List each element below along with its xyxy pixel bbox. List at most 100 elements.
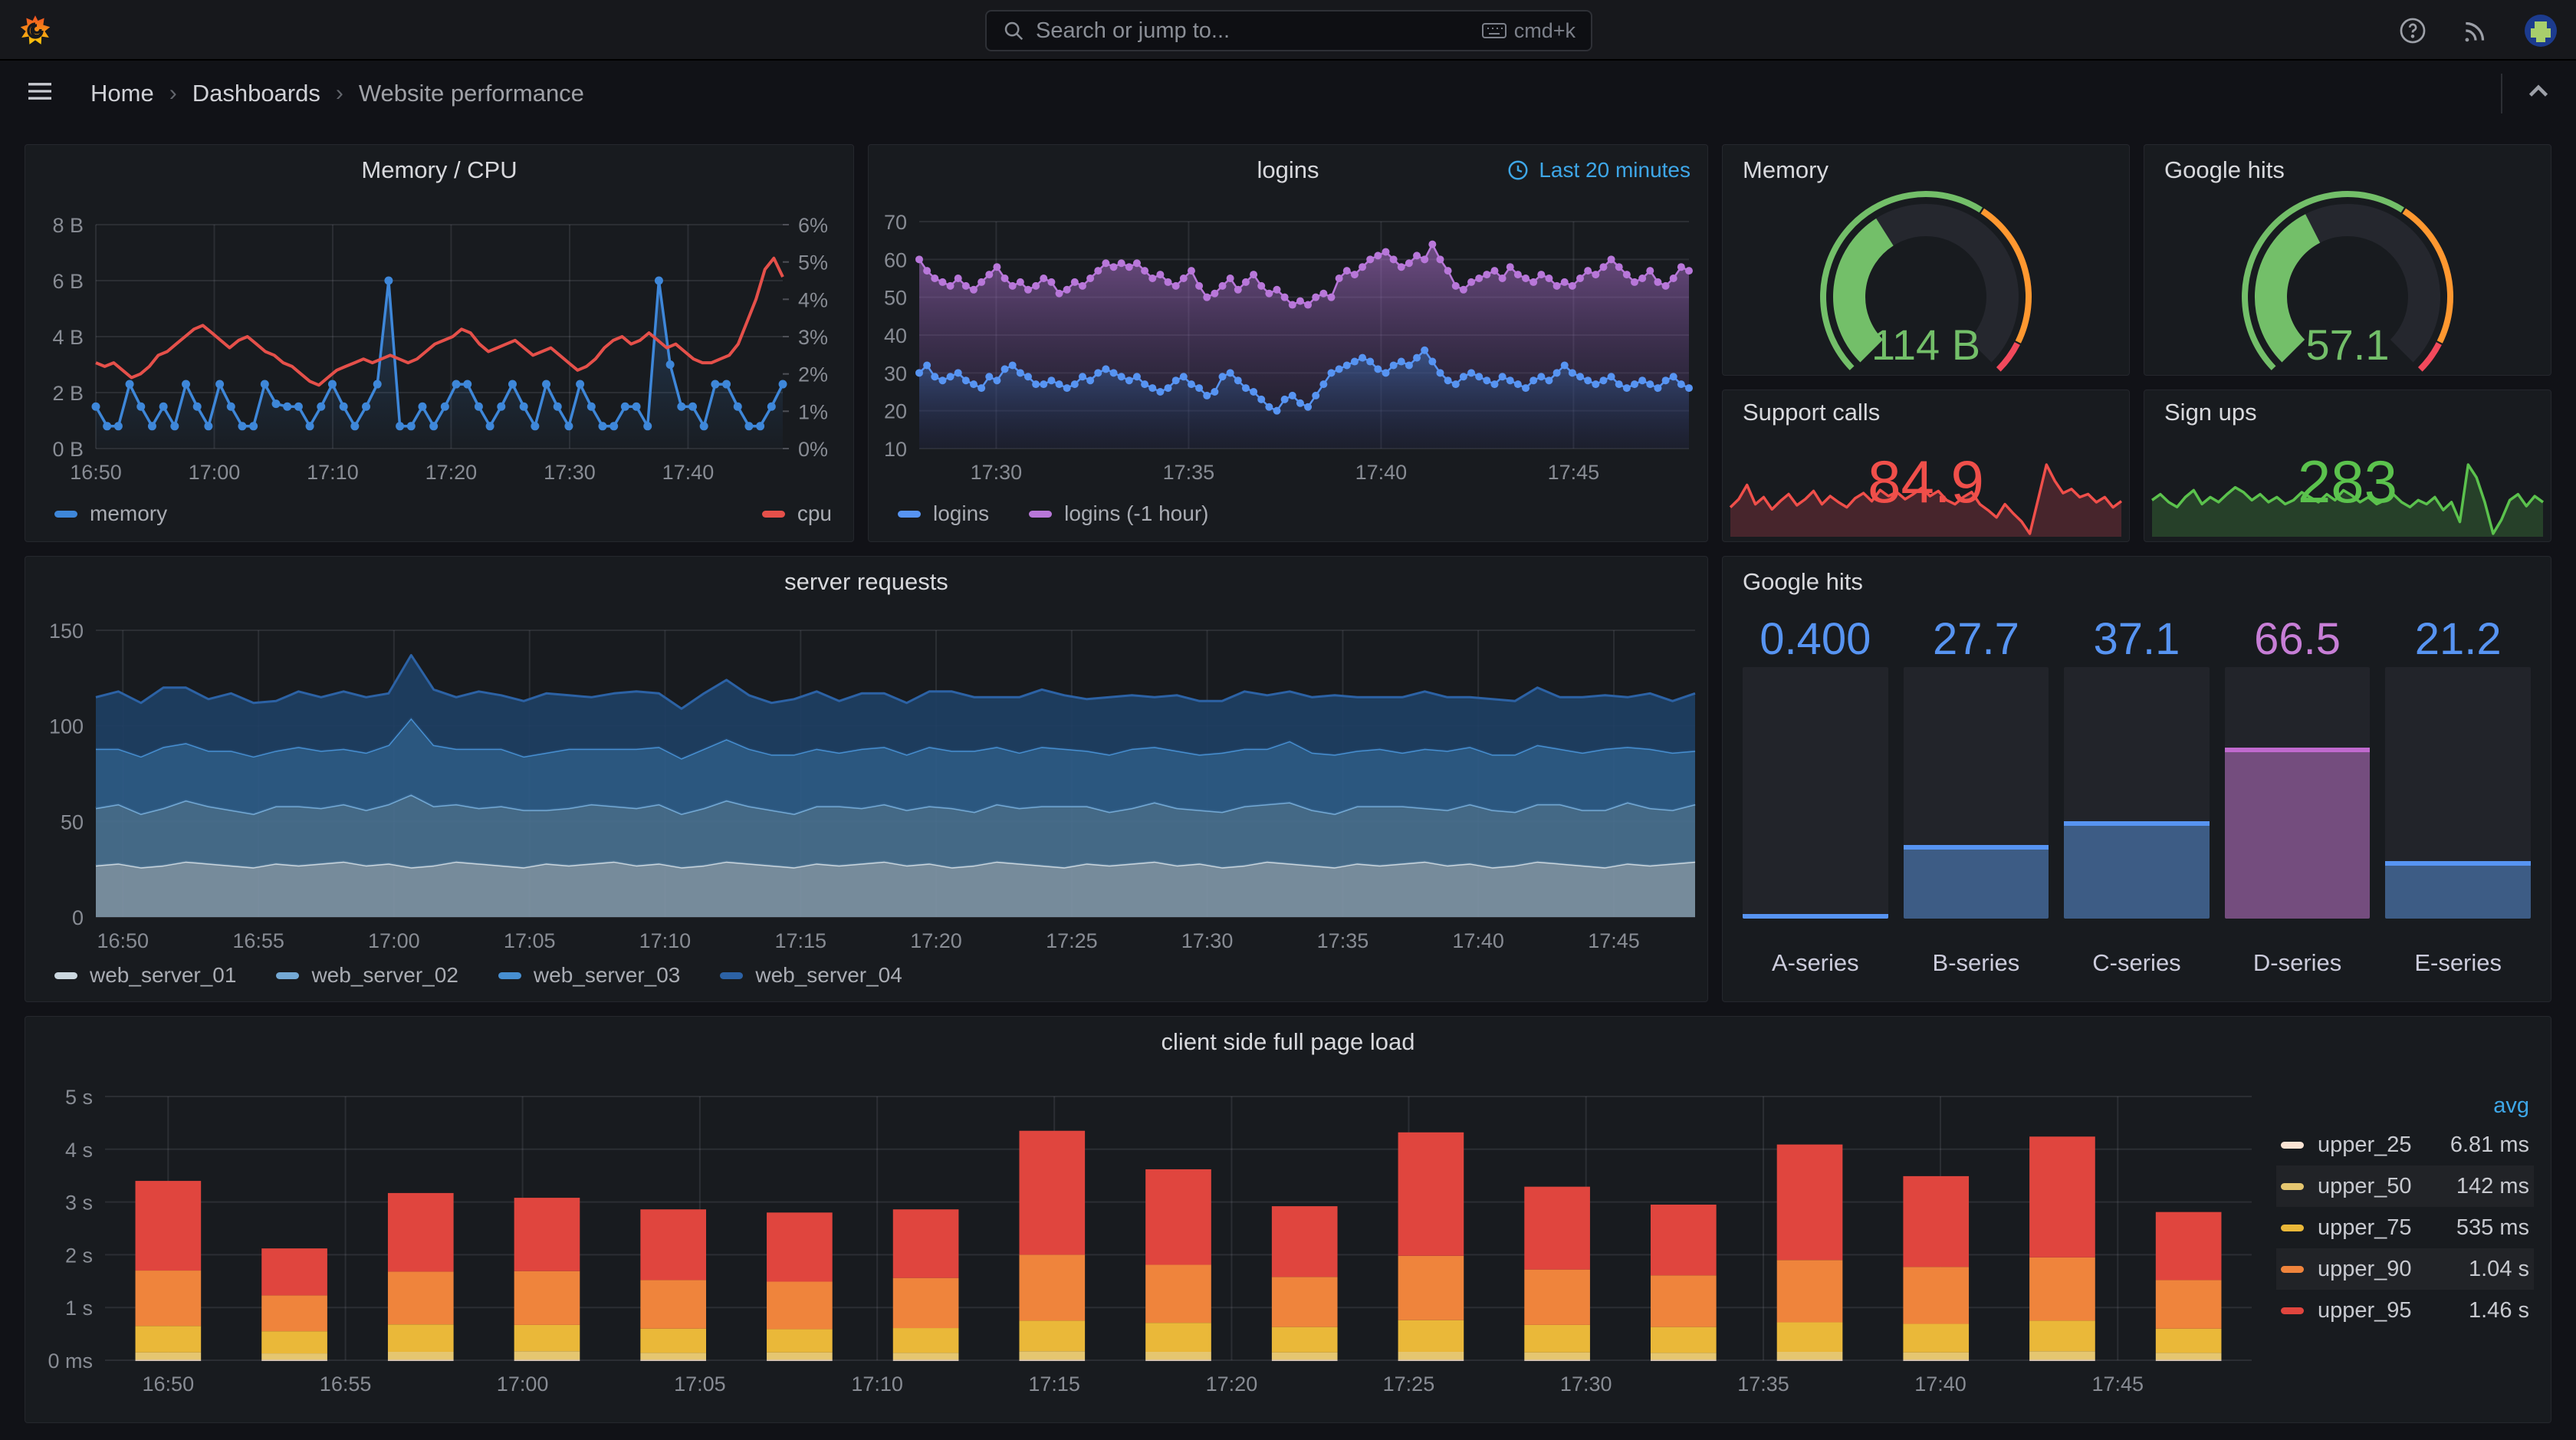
bar-gauge-track (2385, 667, 2531, 919)
bar-gauge-fill (2385, 861, 2531, 919)
svg-text:17:20: 17:20 (426, 461, 478, 484)
svg-text:3%: 3% (798, 326, 828, 349)
divider (2501, 73, 2502, 113)
legend-color-chip (2281, 1141, 2304, 1149)
svg-text:0%: 0% (798, 438, 828, 461)
svg-text:6 B: 6 B (52, 270, 84, 293)
bar-gauge-value: 21.2 (2414, 614, 2502, 664)
legend-avg-value: 1.04 s (2469, 1256, 2529, 1281)
legend-item-web-server-01[interactable]: web_server_01 (54, 963, 236, 988)
legend-color-chip (2281, 1307, 2304, 1314)
svg-text:70: 70 (884, 211, 907, 234)
legend-color-chip (2281, 1265, 2304, 1273)
legend-color-chip (2281, 1224, 2304, 1231)
svg-text:20: 20 (884, 400, 907, 423)
memory-cpu-legend: memory cpu (54, 497, 832, 531)
legend-item-logins[interactable]: logins (898, 501, 989, 526)
legend-item-web-server-04[interactable]: web_server_04 (720, 963, 902, 988)
legend-color-chip (898, 510, 921, 518)
google-hits-gauge: 57.1 (2144, 183, 2551, 375)
breadcrumb-bar: Home › Dashboards › Website performance (0, 62, 2576, 124)
legend-avg-value: 142 ms (2456, 1173, 2529, 1198)
bar-gauge-value: 27.7 (1932, 614, 2019, 664)
svg-text:16:50: 16:50 (70, 461, 122, 484)
svg-text:50: 50 (884, 287, 907, 310)
svg-text:17:00: 17:00 (368, 929, 420, 952)
bar-gauge-value: 0.400 (1760, 614, 1871, 664)
bar-gauge-label: D-series (2252, 949, 2342, 976)
legend-label: logins (-1 hour) (1064, 501, 1209, 525)
panel-title[interactable]: Memory / CPU (25, 145, 853, 196)
svg-text:2 B: 2 B (52, 382, 84, 405)
search-input[interactable] (1036, 18, 1471, 44)
news-rss-icon[interactable] (2461, 16, 2490, 45)
svg-text:3 s: 3 s (65, 1192, 93, 1215)
user-avatar[interactable] (2524, 14, 2558, 48)
chevron-up-icon[interactable] (2522, 75, 2555, 111)
panel-title[interactable]: Google hits (1723, 557, 2551, 607)
legend-color-chip (498, 972, 521, 979)
logins-chart[interactable]: 17:30 17:35 17:40 17:45 10 20 30 40 50 60 70 (869, 192, 1707, 493)
svg-text:5 s: 5 s (65, 1086, 93, 1109)
help-icon[interactable] (2398, 16, 2427, 45)
panel-support-calls: Support calls 84.9 (1722, 390, 2130, 542)
legend-item-upper_75[interactable]: upper_75 535 ms (2276, 1207, 2534, 1248)
svg-text:17:15: 17:15 (1028, 1373, 1080, 1396)
legend-color-chip (276, 972, 300, 979)
svg-text:4%: 4% (798, 288, 828, 311)
svg-text:40: 40 (884, 324, 907, 347)
legend-label: memory (90, 501, 168, 525)
panel-title[interactable]: server requests (25, 557, 1707, 607)
legend-label: web_server_04 (755, 963, 902, 987)
svg-text:57.1: 57.1 (2306, 321, 2390, 369)
breadcrumb-dashboards[interactable]: Dashboards (192, 80, 320, 107)
svg-text:17:15: 17:15 (775, 929, 827, 952)
legend-item-memory[interactable]: memory (54, 501, 167, 526)
legend-label: upper_95 (2318, 1297, 2412, 1323)
svg-text:17:00: 17:00 (497, 1373, 549, 1396)
legend-label: upper_75 (2318, 1215, 2412, 1240)
menu-icon[interactable] (25, 76, 55, 110)
legend-color-chip (761, 510, 785, 518)
panel-client-load: client side full page load 16:50 16:55 17:… (25, 1016, 2551, 1423)
svg-text:17:35: 17:35 (1317, 929, 1369, 952)
panel-logins: logins Last 20 minutes 17:30 17:35 17:40 17… (868, 144, 1708, 542)
logins-legend: logins logins (-1 hour) (898, 497, 1686, 531)
svg-text:17:45: 17:45 (1548, 461, 1600, 484)
client-load-legend-table: avg upper_25 6.81 ms upper_50 142 ms upper_75… (2276, 1087, 2534, 1331)
panel-title[interactable]: Sign ups (2144, 390, 2551, 435)
svg-text:17:30: 17:30 (971, 461, 1023, 484)
svg-text:0: 0 (72, 906, 84, 929)
breadcrumb-home[interactable]: Home (90, 80, 154, 107)
legend-item-upper_90[interactable]: upper_90 1.04 s (2276, 1248, 2534, 1290)
legend-label: web_server_03 (533, 963, 681, 987)
svg-text:150: 150 (49, 620, 84, 643)
client-load-chart[interactable]: 16:50 16:55 17:00 17:05 17:10 17:15 17:20 17:25… (25, 1061, 2264, 1411)
server-requests-legend: web_server_01 web_server_02 web_server_03 w… (54, 958, 1686, 992)
memory-cpu-chart[interactable]: 16:50 17:00 17:10 17:20 17:30 17:40 0 B 2 B 4 B 6… (25, 192, 853, 493)
breadcrumb-current-page: Website performance (358, 79, 584, 107)
svg-text:30: 30 (884, 362, 907, 385)
legend-item-cpu[interactable]: cpu (761, 501, 832, 526)
server-requests-chart[interactable]: 16:50 16:55 17:00 17:05 17:10 17:15 17:20 17:25… (25, 601, 1707, 958)
breadcrumb-separator: › (335, 80, 343, 106)
time-range-label[interactable]: Last 20 minutes (1506, 145, 1691, 196)
legend-item-upper_25[interactable]: upper_25 6.81 ms (2276, 1124, 2534, 1165)
svg-text:2 s: 2 s (65, 1244, 93, 1267)
panel-title[interactable]: Support calls (1723, 390, 2129, 435)
legend-item-web-server-03[interactable]: web_server_03 (498, 963, 680, 988)
grafana-logo-icon[interactable] (18, 14, 52, 48)
panel-title[interactable]: client side full page load (25, 1017, 2551, 1067)
legend-label: upper_25 (2318, 1132, 2412, 1157)
stat-value: 283 (2297, 448, 2398, 515)
svg-text:114 B: 114 B (1871, 321, 1980, 369)
legend-item-logins-1-hour-[interactable]: logins (-1 hour) (1029, 501, 1208, 526)
legend-item-upper_95[interactable]: upper_95 1.46 s (2276, 1290, 2534, 1331)
legend-item-web-server-02[interactable]: web_server_02 (276, 963, 458, 988)
bar-gauge-fill (1743, 913, 1888, 919)
svg-text:0 ms: 0 ms (48, 1350, 93, 1373)
svg-text:16:55: 16:55 (232, 929, 284, 952)
svg-text:17:20: 17:20 (1206, 1373, 1258, 1396)
panel-sign-ups: Sign ups 283 (2144, 390, 2551, 542)
legend-item-upper_50[interactable]: upper_50 142 ms (2276, 1165, 2534, 1207)
